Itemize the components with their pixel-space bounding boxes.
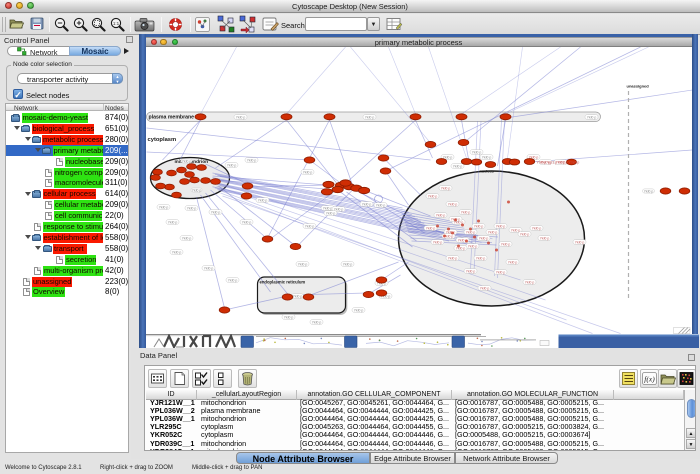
svg-text:Ykl0 p: Ykl0 p	[304, 225, 314, 229]
svg-text:Ykl0 p: Ykl0 p	[302, 171, 312, 175]
svg-text:Ykl0 p: Ykl0 p	[186, 207, 196, 211]
svg-text:Ykl0 p: Ykl0 p	[425, 227, 435, 231]
svg-text:Ykl0 p: Ykl0 p	[531, 227, 541, 231]
svg-text:Ykl0 p: Ykl0 p	[519, 233, 529, 237]
svg-text:Ykl0 p: Ykl0 p	[574, 241, 584, 245]
svg-text:Ykl0 p: Ykl0 p	[440, 187, 450, 191]
svg-text:Ykl0 p: Ykl0 p	[226, 164, 236, 168]
svg-text:plasma membrane: plasma membrane	[148, 115, 194, 121]
svg-text:Ykl0 p: Ykl0 p	[364, 116, 374, 120]
svg-text:Ykl0 p: Ykl0 p	[467, 245, 477, 249]
svg-text:Ykl0 p: Ykl0 p	[495, 225, 505, 229]
svg-text:Ykl0 p: Ykl0 p	[257, 199, 267, 203]
svg-text:Ykl0 p: Ykl0 p	[479, 287, 489, 291]
svg-text:Ykl0 p: Ykl0 p	[481, 156, 491, 160]
svg-text:Ykl0 p: Ykl0 p	[203, 267, 213, 271]
svg-text:Ykl0 p: Ykl0 p	[586, 116, 596, 120]
svg-text:Yhl0 p Ygr1 p Ydl2 p Ymr0 p: Yhl0 p Ygr1 p Ydl2 p Ymr0 p	[536, 161, 579, 165]
svg-text:Ykl0 p: Ykl0 p	[478, 237, 488, 241]
svg-text:endoplasmic reticulum: endoplasmic reticulum	[259, 280, 305, 285]
svg-text:Ykl0 p: Ykl0 p	[353, 309, 363, 313]
svg-text:unassigned: unassigned	[626, 84, 649, 89]
svg-text:Ykl0 p: Ykl0 p	[495, 271, 505, 275]
svg-text:Ykl0 p: Ykl0 p	[500, 243, 510, 247]
svg-text:Ykl0 p: Ykl0 p	[375, 204, 385, 208]
svg-text:1:1: 1:1	[113, 21, 120, 26]
svg-text:Ykl0 p: Ykl0 p	[210, 211, 220, 215]
svg-text:Ykl0 p: Ykl0 p	[311, 321, 321, 325]
svg-text:Ykl0 p: Ykl0 p	[235, 116, 245, 120]
svg-text:Ykl0 p: Ykl0 p	[181, 237, 191, 241]
svg-text:Ykl0 p: Ykl0 p	[452, 165, 462, 169]
svg-text:Ykl0 p: Ykl0 p	[322, 207, 332, 211]
svg-text:Ykl0 p: Ykl0 p	[361, 203, 371, 207]
svg-text:Ykl0 p: Ykl0 p	[471, 151, 481, 155]
svg-text:Ykl0 p: Ykl0 p	[465, 231, 475, 235]
svg-text:Ykl0 p: Ykl0 p	[158, 206, 168, 210]
svg-text:Ykl0 p: Ykl0 p	[427, 195, 437, 199]
svg-text:Ykl0 p: Ykl0 p	[465, 270, 475, 274]
svg-text:cytoplasm: cytoplasm	[147, 137, 176, 143]
svg-text:Ykl0 p: Ykl0 p	[241, 221, 251, 225]
svg-text:Ykl0 p: Ykl0 p	[297, 263, 307, 267]
svg-text:Ykl0 p: Ykl0 p	[460, 211, 470, 215]
svg-text:Ykl0 p: Ykl0 p	[325, 212, 335, 216]
svg-text:Ykl0 p: Ykl0 p	[181, 160, 191, 164]
svg-text:Ykl0 p: Ykl0 p	[455, 247, 465, 251]
svg-text:Ykl0 p: Ykl0 p	[447, 257, 457, 261]
svg-text:Ykl0 p: Ykl0 p	[292, 295, 302, 299]
svg-text:Ykl0 p: Ykl0 p	[191, 189, 201, 193]
svg-text:nucleus: nucleus	[479, 170, 493, 174]
svg-text:f(x): f(x)	[644, 374, 655, 383]
svg-text:Ykl0 p: Ykl0 p	[539, 237, 549, 241]
svg-text:Ykl0 p: Ykl0 p	[227, 279, 237, 283]
svg-text:Ykl0 p: Ykl0 p	[432, 241, 442, 245]
svg-text:Ykl0 p: Ykl0 p	[447, 203, 457, 207]
svg-text:Ykl0 p: Ykl0 p	[473, 225, 483, 229]
svg-text:Ykl0 p: Ykl0 p	[487, 231, 497, 235]
svg-text:Ykl0 p: Ykl0 p	[342, 263, 352, 267]
svg-text:Ykl0 p: Ykl0 p	[167, 221, 177, 225]
svg-text:Ykl0 p: Ykl0 p	[246, 159, 256, 163]
svg-text:Ykl0 p: Ykl0 p	[435, 214, 445, 218]
svg-text:Ykl0 p: Ykl0 p	[524, 281, 534, 285]
svg-text:Ykl0 p: Ykl0 p	[475, 257, 485, 261]
svg-text:Ykl0 p: Ykl0 p	[171, 251, 181, 255]
svg-text:Ykl0 p: Ykl0 p	[643, 190, 653, 194]
svg-text:Ykl0 p: Ykl0 p	[507, 261, 517, 265]
svg-text:Ykl0 p: Ykl0 p	[283, 316, 293, 320]
